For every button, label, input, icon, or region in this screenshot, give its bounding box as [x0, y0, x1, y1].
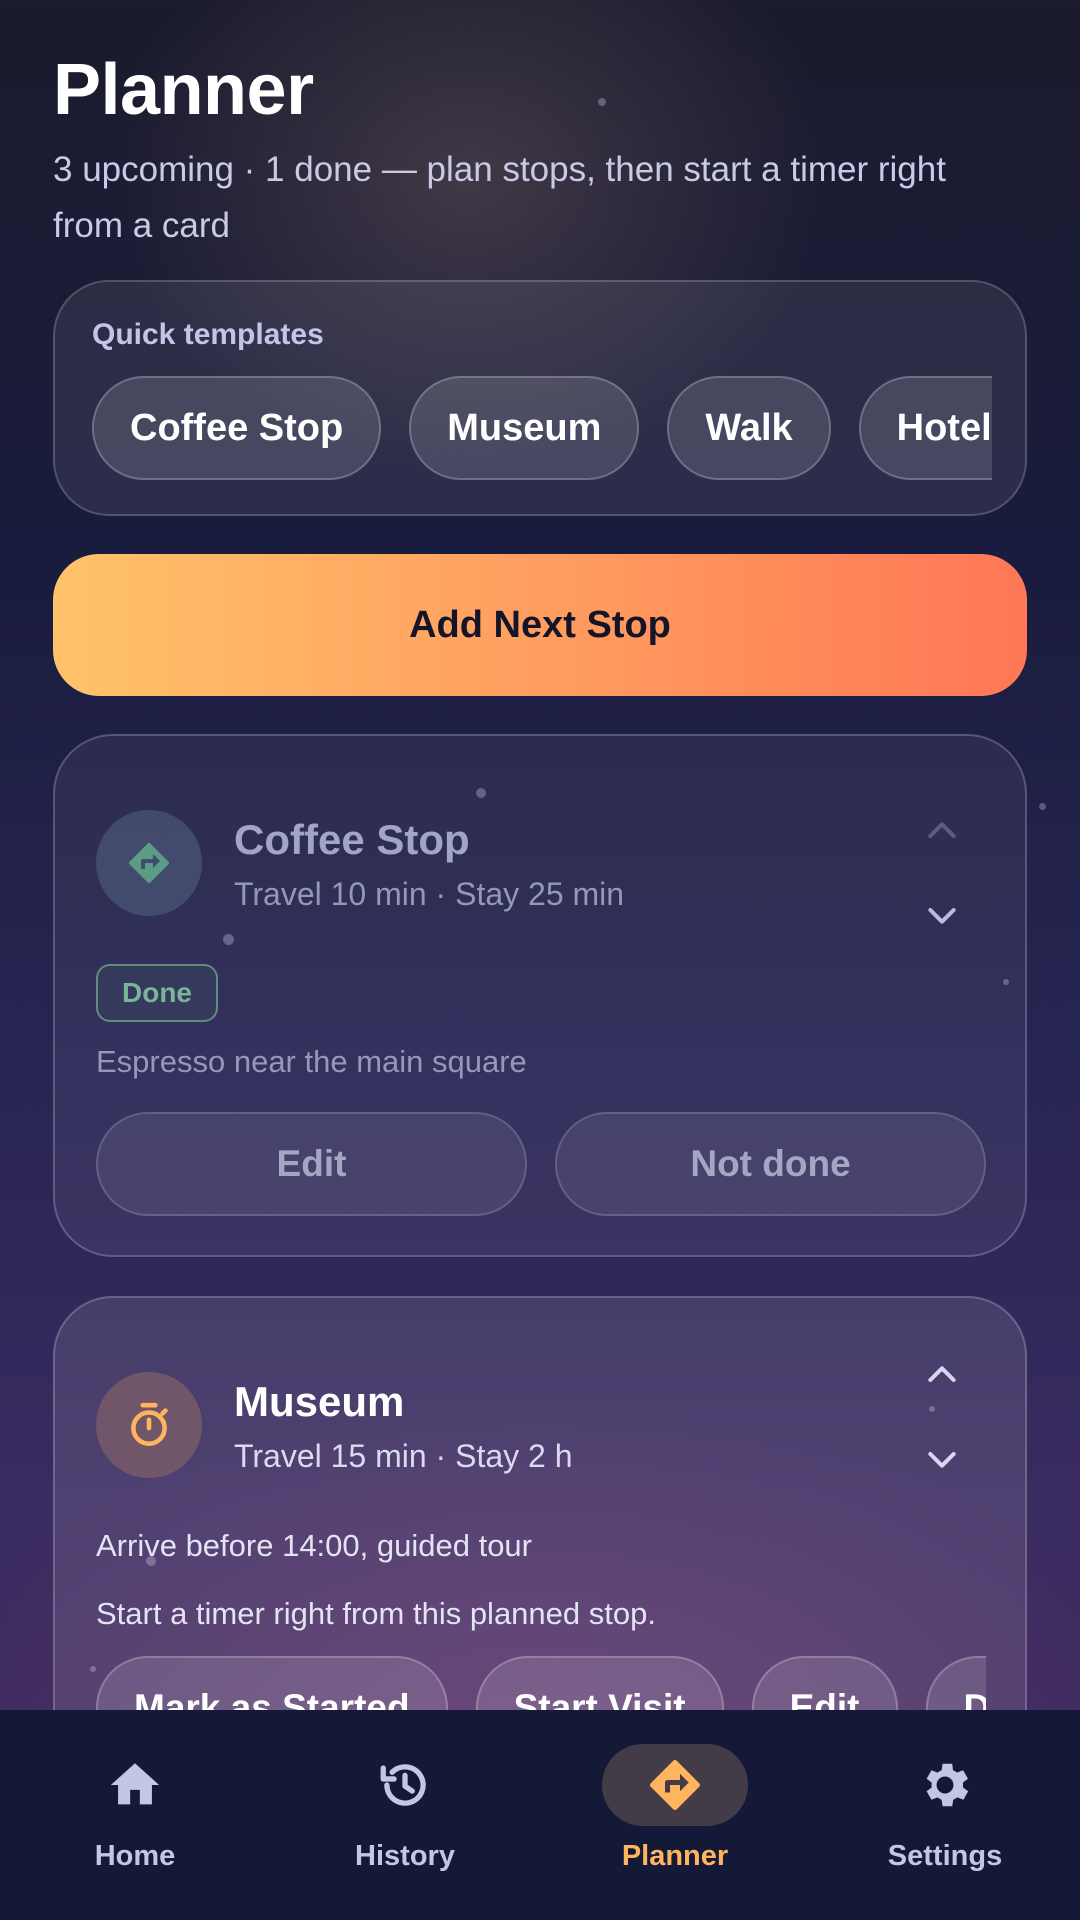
move-down-button[interactable] [915, 888, 969, 942]
template-chip-row[interactable]: Coffee Stop Museum Walk Hotel Return [92, 376, 992, 482]
template-chip-museum[interactable]: Museum [409, 376, 640, 480]
edit-button[interactable]: Edit [96, 1112, 527, 1216]
chevron-down-icon [928, 908, 956, 924]
bottom-navigation: Home History Planner Settings [0, 1710, 1080, 1920]
nav-item-planner[interactable]: Planner [540, 1710, 810, 1920]
quick-templates-panel: Quick templates Coffee Stop Museum Walk … [53, 280, 1027, 516]
stop-card: Coffee Stop Travel 10 min · Stay 25 min … [53, 734, 1027, 1257]
page-header: Planner 3 upcoming · 1 done — plan stops… [53, 48, 1013, 254]
directions-icon [650, 1760, 700, 1810]
nav-item-history[interactable]: History [270, 1710, 540, 1920]
history-icon [380, 1764, 426, 1806]
directions-icon [129, 843, 169, 883]
move-up-button[interactable] [915, 804, 969, 858]
move-down-button[interactable] [915, 1432, 969, 1486]
nav-label-home: Home [94, 1840, 176, 1872]
template-chip-walk[interactable]: Walk [667, 376, 831, 480]
chevron-up-icon [928, 1366, 956, 1382]
page-subtitle: 3 upcoming · 1 done — plan stops, then s… [53, 150, 946, 245]
stop-name: Coffee Stop [234, 816, 470, 863]
chevron-up-icon [928, 822, 956, 838]
stop-note: Arrive before 14:00, guided tour [96, 1528, 532, 1563]
page-title: Planner [53, 50, 314, 130]
home-icon [110, 1763, 160, 1805]
timer-hint: Start a timer right from this planned st… [96, 1596, 656, 1631]
stop-note: Espresso near the main square [96, 1044, 527, 1079]
stop-avatar [96, 810, 202, 916]
nav-item-home[interactable]: Home [0, 1710, 270, 1920]
template-chip-coffee-stop[interactable]: Coffee Stop [92, 376, 382, 480]
gear-icon [926, 1763, 969, 1807]
template-chip-hotel-return[interactable]: Hotel Return [858, 376, 992, 480]
nav-item-settings[interactable]: Settings [810, 1710, 1080, 1920]
move-up-button[interactable] [915, 1348, 969, 1402]
timer-icon [131, 1402, 168, 1447]
not-done-button[interactable]: Not done [555, 1112, 986, 1216]
stop-actions: Edit Not done [96, 1112, 986, 1216]
decorative-dot [1039, 803, 1046, 810]
nav-label-planner: Planner [621, 1840, 729, 1872]
nav-label-settings: Settings [887, 1840, 1003, 1872]
stop-meta: Travel 15 min · Stay 2 h [234, 1438, 573, 1474]
add-next-stop-button[interactable]: Add Next Stop [53, 554, 1027, 696]
stop-meta: Travel 10 min · Stay 25 min [234, 876, 625, 912]
chevron-down-icon [928, 1452, 956, 1468]
nav-label-history: History [355, 1840, 455, 1872]
stop-name: Museum [234, 1378, 405, 1425]
quick-templates-label: Quick templates [92, 318, 324, 351]
stop-avatar [96, 1372, 202, 1478]
status-badge: Done [96, 964, 218, 1022]
